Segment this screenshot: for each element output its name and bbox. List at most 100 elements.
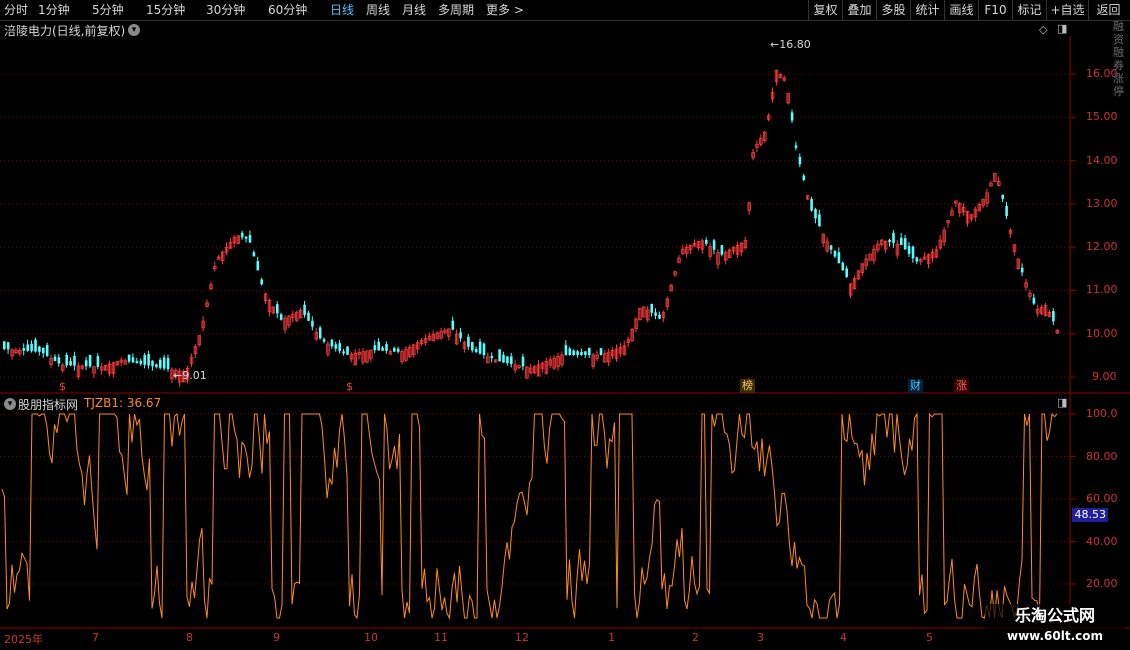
candle-body-down [53,356,57,361]
candle-body-down [318,327,322,339]
candle-body-down [96,356,100,367]
low-price-label: ←9.01 [173,369,207,382]
candle-body-down [451,320,455,330]
candle-body-down [248,234,252,243]
chevron-down-icon[interactable]: ▾ [128,24,140,36]
indicator-gridlines [0,413,1076,585]
candle-body-down [307,312,310,321]
event-marker-dollar[interactable]: $ [344,380,355,394]
time-tick: 4 [840,631,847,644]
candle-body-down [510,356,513,364]
indicator-tick: 60.00 [1086,492,1118,505]
candle-body-down [244,236,248,239]
candle-body-down [892,232,895,244]
candle-body-down [396,348,400,352]
candle-body-down [393,348,396,352]
indicator-window-icon[interactable]: ◨ [1057,396,1067,409]
candle-body-down [88,354,92,367]
time-tick: 11 [434,631,448,644]
candle-body-down [334,344,338,349]
event-marker-limit-up[interactable]: 涨 [954,379,969,393]
candle-body-down [467,336,470,347]
candle-body-down [65,354,68,366]
candle-body-down [654,312,657,316]
candle-body-down [84,360,88,367]
candle-body-down [276,304,279,314]
window-toggle-icon[interactable]: ◨ [1057,22,1067,35]
candle-body-down [155,364,158,368]
tjzb1-line [1,412,1058,620]
time-tick: 8 [186,631,193,644]
candle-body-down [576,351,579,355]
candle-body-down [139,360,143,364]
indicator-tick: 80.00 [1086,450,1118,463]
candle-body-down [903,238,907,250]
indicator-title: 股朋指标网 [18,398,79,412]
candle-body-down [580,351,583,355]
candle-body-down [73,355,76,366]
candle-body-down [907,246,911,254]
candle-body-down [127,354,131,362]
stock-title: 涪陵电力(日线,前复权) [4,24,126,38]
time-tick: 2 [692,631,699,644]
low-price-value: 9.01 [182,369,207,382]
candle-body-down [802,175,806,180]
right-info-strip: 融资融券涨停 [1113,20,1130,400]
candle-body-down [162,357,166,369]
candle-body-down [845,268,848,277]
candle-body-down [38,346,41,352]
candle-body-down [1005,206,1008,217]
chart-frame [0,36,1130,629]
candle-body-down [506,356,509,364]
candle-body-down [471,342,474,351]
candle-body-down [720,245,724,255]
indicator-series-label: TJZB1: 36.67 [84,396,162,410]
candle-body-down [599,348,603,355]
stock-chart-canvas[interactable] [0,0,1130,650]
time-tick: 7 [92,631,99,644]
time-tick: 1 [608,631,615,644]
candle-body-down [888,239,891,243]
candle-body-down [705,239,708,244]
event-marker-bang[interactable]: 榜 [740,379,755,393]
candle-body-down [490,356,494,359]
candle-body-down [3,341,6,350]
candle-body-down [712,240,716,250]
candle-body-down [482,343,486,356]
candle-body-down [829,245,833,250]
candle-body-down [131,357,135,363]
watermark-title: 乐淘公式网 [1014,606,1095,625]
indicator-tick: 100.0 [1086,407,1118,420]
candle-body-down [833,250,837,257]
indicator-chevron-icon[interactable]: ▾ [4,398,16,410]
watermark: 乐淘公式网 www.60lt.com [985,604,1125,650]
candle-body-down [42,347,45,354]
candle-body-down [311,320,314,327]
candle-body-down [814,209,817,219]
candle-body-down [900,237,903,245]
time-tick: 2025年 [4,633,43,646]
candle-body-down [650,304,653,313]
indicator-tick: 20.00 [1086,577,1118,590]
candle-body-down [252,252,256,257]
current-value-tag: 48.53 [1072,508,1108,522]
candle-body-down [385,344,388,352]
candle-body-down [135,361,139,364]
candle-body-down [381,347,384,351]
event-marker-finance[interactable]: 财 [908,379,923,393]
candle-body-down [911,246,915,259]
high-price-label: ←16.80 [770,38,811,51]
candle-body-down [6,342,10,350]
candle-body-down [584,351,587,355]
candle-body-down [342,351,345,354]
candle-body-down [502,354,505,363]
candle-body-down [478,341,482,354]
candle-body-down [143,355,146,365]
candle-body-down [373,345,377,351]
event-marker-dollar[interactable]: $ [57,380,68,394]
candle-body-down [837,252,841,264]
candle-body-down [474,349,478,352]
candle-body-down [151,360,154,367]
diamond-icon[interactable]: ◇ [1039,23,1047,36]
candle-body-down [568,348,572,355]
